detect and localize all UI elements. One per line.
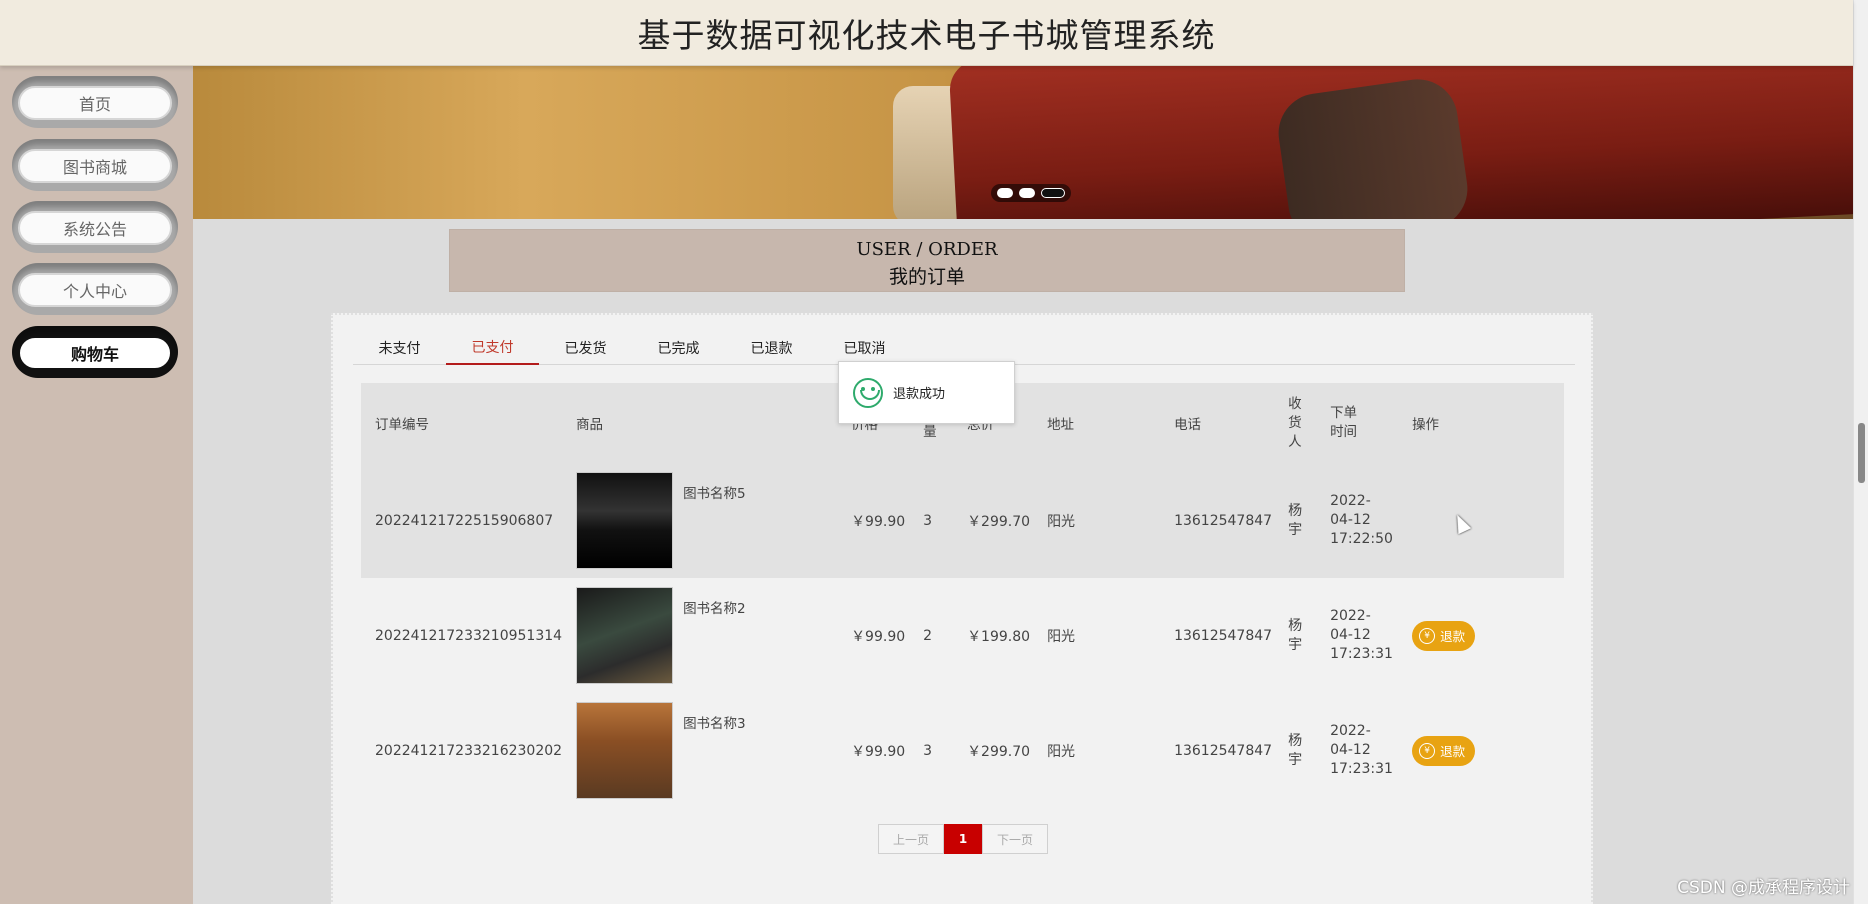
- yen-icon: ¥: [1419, 742, 1436, 759]
- action-cell: [1398, 463, 1564, 578]
- page-heading: USER / ORDER 我的订单: [449, 229, 1405, 292]
- phone: 13612547847: [1174, 627, 1273, 644]
- receiver: 杨宇: [1288, 732, 1303, 768]
- receiver: 杨宇: [1288, 617, 1303, 653]
- sidebar-item-home[interactable]: 首页: [12, 76, 178, 128]
- address: 阳光: [1047, 513, 1076, 530]
- refund-label: 退款: [1440, 629, 1466, 644]
- carousel-dot-active[interactable]: [1041, 188, 1065, 198]
- table-row: 20224121723321623020​2 图书名称3 ￥99.90 3 ￥2…: [361, 693, 1564, 808]
- page-heading-cn: 我的订单: [888, 266, 965, 288]
- book-cover-image[interactable]: [576, 472, 674, 569]
- book-cover-image[interactable]: [576, 702, 674, 799]
- price: ￥99.90: [851, 628, 906, 645]
- carousel-dot[interactable]: [1019, 188, 1035, 198]
- yen-icon: ¥: [1419, 627, 1436, 644]
- banner-image: [1273, 74, 1473, 219]
- goods-name[interactable]: 图书名称5: [683, 482, 746, 502]
- col-goods: 商品: [576, 417, 604, 433]
- order-status-tabs: 未支付 已支付 已发货 已完成 已退款 已取消: [353, 331, 1575, 365]
- app-title: 基于数据可视化技术电子书城管理系统: [637, 15, 1216, 55]
- order-no: 20224121723321623020​2: [375, 742, 563, 759]
- refund-label: 退款: [1440, 744, 1466, 759]
- carousel-indicators: [991, 184, 1071, 202]
- col-address: 地址: [1047, 417, 1075, 433]
- quantity: 2: [923, 627, 932, 644]
- table-row: 202241217233210951314 图书名称2 ￥99.90 2 ￥19…: [361, 578, 1564, 693]
- refund-success-toast: 退款成功: [838, 361, 1015, 424]
- sidebar-item-label: 首页: [18, 86, 172, 120]
- price: ￥99.90: [851, 513, 906, 530]
- carousel-dot[interactable]: [997, 188, 1013, 198]
- tab-shipped[interactable]: 已发货: [539, 331, 632, 365]
- goods-name[interactable]: 图书名称3: [683, 712, 746, 732]
- tab-unpaid[interactable]: 未支付: [353, 331, 446, 365]
- watermark: CSDN @成承程序设计: [1677, 878, 1850, 898]
- address: 阳光: [1047, 743, 1076, 760]
- order-time: 2022-04-12 17:23:31: [1330, 608, 1393, 662]
- address: 阳光: [1047, 628, 1076, 645]
- total: ￥299.70: [967, 513, 1031, 530]
- sidebar: 首页 图书商城 系统公告 个人中心 购物车: [0, 66, 193, 904]
- order-time: 2022-04-12 17:22:50: [1330, 493, 1393, 547]
- table-row: 20224121722515906807 图书名称5 ￥99.90 3 ￥299…: [361, 463, 1564, 578]
- pagination: 上一页 1 下一页: [878, 824, 1048, 854]
- sidebar-item-cart[interactable]: 购物车: [12, 326, 178, 378]
- phone: 13612547847: [1174, 742, 1273, 759]
- sidebar-item-announcements[interactable]: 系统公告: [12, 201, 178, 253]
- toast-message: 退款成功: [893, 387, 946, 402]
- book-cover-image[interactable]: [576, 587, 674, 684]
- phone: 13612547847: [1174, 512, 1273, 529]
- top-header: 基于数据可视化技术电子书城管理系统: [0, 0, 1853, 66]
- col-action: 操作: [1412, 417, 1440, 433]
- receiver: 杨宇: [1288, 502, 1303, 538]
- tab-completed[interactable]: 已完成: [632, 331, 725, 365]
- sidebar-item-label: 系统公告: [18, 211, 172, 245]
- total: ￥199.80: [967, 628, 1031, 645]
- col-order-no: 订单编号: [375, 417, 429, 433]
- total: ￥299.70: [967, 743, 1031, 760]
- smile-icon: [853, 377, 883, 408]
- col-order-time: 下单时间: [1330, 405, 1358, 440]
- order-time: 2022-04-12 17:23:31: [1330, 723, 1393, 777]
- tab-cancelled[interactable]: 已取消: [818, 331, 911, 365]
- page-heading-en: USER / ORDER: [856, 239, 998, 260]
- order-table: 订单编号 商品 价格 数量 总价 地址 电话 收货人 下单时间 操作 20224…: [361, 383, 1564, 808]
- tab-paid[interactable]: 已支付: [446, 331, 539, 365]
- tab-refunded[interactable]: 已退款: [725, 331, 818, 365]
- sidebar-item-label: 购物车: [18, 336, 172, 370]
- goods-name[interactable]: 图书名称2: [683, 597, 746, 617]
- banner-carousel: [193, 66, 1853, 219]
- sidebar-item-personal-center[interactable]: 个人中心: [12, 263, 178, 315]
- order-no: 202241217233210951314: [375, 627, 563, 644]
- order-no: 20224121722515906807: [375, 512, 554, 529]
- page-scrollbar[interactable]: [1853, 0, 1868, 904]
- sidebar-item-book-mall[interactable]: 图书商城: [12, 139, 178, 191]
- quantity: 3: [923, 512, 932, 529]
- refund-button[interactable]: ¥ 退款: [1412, 620, 1476, 651]
- col-receiver: 收货人: [1288, 395, 1302, 450]
- prev-page-button[interactable]: 上一页: [878, 824, 944, 854]
- sidebar-item-label: 图书商城: [18, 149, 172, 183]
- quantity: 3: [923, 742, 932, 759]
- refund-button[interactable]: ¥ 退款: [1412, 735, 1476, 766]
- sidebar-item-label: 个人中心: [18, 273, 172, 307]
- col-phone: 电话: [1174, 417, 1202, 433]
- current-page[interactable]: 1: [944, 824, 982, 854]
- scrollbar-thumb[interactable]: [1858, 423, 1865, 483]
- price: ￥99.90: [851, 743, 906, 760]
- next-page-button[interactable]: 下一页: [982, 824, 1048, 854]
